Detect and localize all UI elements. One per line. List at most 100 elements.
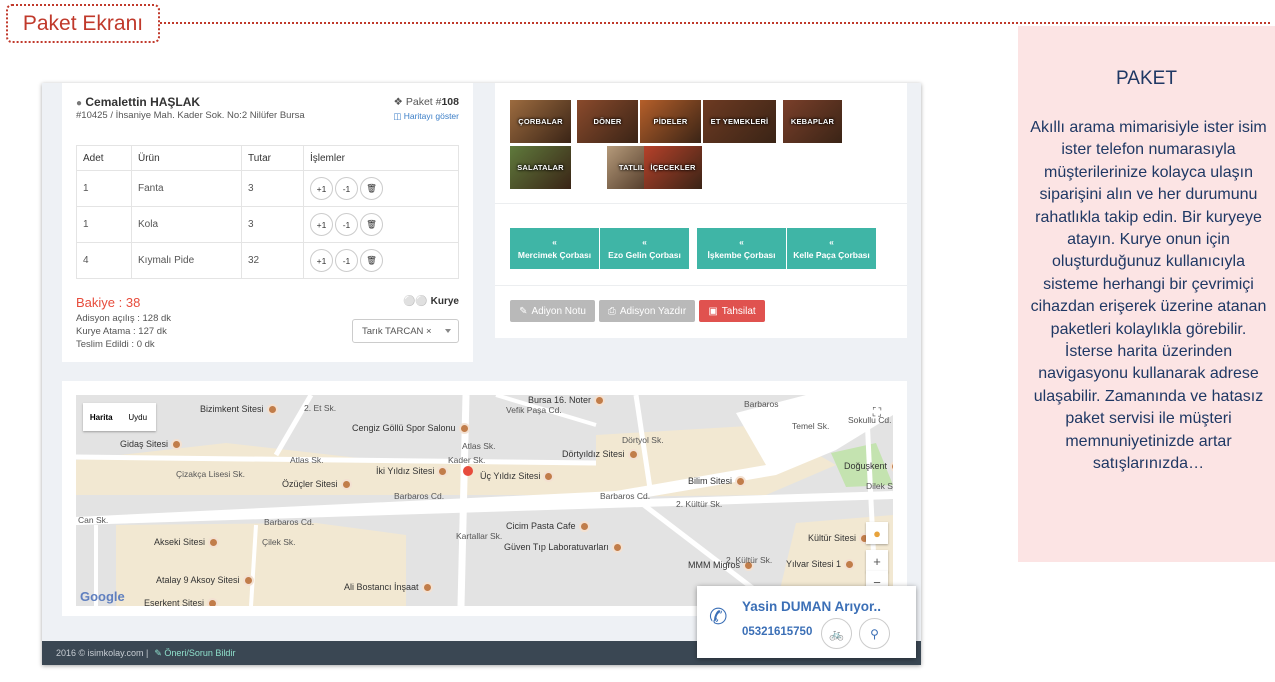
product-button[interactable]: «Ezo Gelin Çorbası bbox=[600, 228, 689, 269]
map-type-switch: Harita Uydu bbox=[83, 403, 156, 431]
decrement-button[interactable]: -1 bbox=[335, 249, 358, 272]
place-icon bbox=[611, 542, 623, 554]
product-button[interactable]: «Mercimek Çorbası bbox=[510, 228, 599, 269]
map-place-label: Gidaş Sitesi bbox=[120, 439, 185, 451]
map-place-label: İki Yıldız Sitesi bbox=[376, 466, 451, 478]
map-place-label: Ali Bostancı İnşaat bbox=[344, 582, 436, 594]
place-icon bbox=[844, 559, 856, 571]
map-type-map[interactable]: Harita bbox=[83, 403, 120, 431]
info-panel: PAKET Akıllı arama mimarisiyle ister isi… bbox=[1018, 26, 1275, 562]
category-tile[interactable]: KEBAPLAR bbox=[783, 100, 842, 143]
map-street-label: Dörtyol Sk. bbox=[622, 435, 664, 445]
map-street-label: Kader Sk. bbox=[448, 455, 486, 465]
map-street-label: Dilek Sk. bbox=[866, 481, 893, 491]
map-street-label: Vefik Paşa Cd. bbox=[506, 405, 562, 415]
place-icon bbox=[208, 537, 220, 549]
search-customer-button[interactable]: ⚲ bbox=[859, 618, 890, 649]
print-button[interactable]: ⎙ Adisyon Yazdır bbox=[599, 300, 695, 322]
place-icon bbox=[890, 461, 893, 473]
trash-icon: 🗑 bbox=[366, 255, 377, 265]
map-street-label: Temel Sk. bbox=[792, 421, 830, 431]
double-chevron-left-icon: « bbox=[642, 237, 647, 247]
balance: Bakiye : 38 bbox=[76, 295, 141, 310]
map-street-label: 2. Et Sk. bbox=[304, 403, 337, 413]
decrement-button[interactable]: -1 bbox=[335, 177, 358, 200]
place-icon bbox=[242, 575, 254, 587]
order-table: Adet Ürün Tutar İşlemler 1 Fanta 3 +1 -1 🗑 1 Ko… bbox=[76, 145, 459, 279]
map-street-label: Barbaros Cd. bbox=[600, 491, 651, 501]
delete-button[interactable]: 🗑 bbox=[360, 249, 383, 272]
map-street-label: Barbaros bbox=[744, 399, 779, 409]
payment-button[interactable]: ▣ Tahsilat bbox=[699, 300, 765, 322]
increment-button[interactable]: +1 bbox=[310, 249, 333, 272]
col-price: Tutar bbox=[241, 145, 304, 171]
map-type-satellite[interactable]: Uydu bbox=[120, 403, 157, 431]
place-icon bbox=[594, 395, 606, 407]
info-heading: PAKET bbox=[1116, 68, 1177, 89]
row-actions: +1 -1 🗑 bbox=[303, 242, 459, 279]
table-row: 1 Fanta 3 +1 -1 🗑 bbox=[76, 170, 459, 207]
street-view-icon[interactable]: ● bbox=[866, 522, 888, 544]
category-tile[interactable]: SALATALAR bbox=[510, 146, 571, 189]
place-icon bbox=[340, 479, 352, 491]
dropbox-icon: ❖ bbox=[393, 96, 403, 108]
place-icon bbox=[458, 423, 470, 435]
col-product: Ürün bbox=[131, 145, 242, 171]
place-icon bbox=[578, 521, 590, 533]
courier-label: ⚪⚪ Kurye bbox=[402, 296, 459, 307]
row-price: 32 bbox=[241, 242, 304, 279]
delete-button[interactable]: 🗑 bbox=[360, 177, 383, 200]
zoom-icon: ⚲ bbox=[870, 626, 879, 641]
place-icon bbox=[266, 404, 278, 416]
user-icon: ● bbox=[76, 98, 83, 109]
customer-address: #10425 / İhsaniye Mah. Kader Sok. No:2 N… bbox=[76, 110, 305, 121]
slide-title: Paket Ekranı bbox=[6, 4, 160, 43]
row-product: Kola bbox=[131, 206, 242, 243]
map-place-label: Cicim Pasta Cafe bbox=[506, 521, 593, 533]
delete-button[interactable]: 🗑 bbox=[360, 213, 383, 236]
motorcycle-icon: 🚲 bbox=[829, 626, 844, 641]
category-tile[interactable]: DÖNER bbox=[577, 100, 638, 143]
zoom-in-button[interactable]: + bbox=[866, 550, 888, 572]
map-place-label: Üç Yıldız Sitesi bbox=[480, 471, 557, 483]
map-place-label: Cengiz Göllü Spor Salonu bbox=[352, 423, 473, 435]
category-tile[interactable]: ET YEMEKLERİ bbox=[703, 100, 776, 143]
category-tile[interactable]: İÇECEKLER bbox=[644, 146, 702, 189]
courier-select[interactable]: Tarık TARCAN × bbox=[352, 319, 459, 343]
category-tile[interactable]: ÇORBALAR bbox=[510, 100, 571, 143]
feedback-link[interactable]: ✎ Öneri/Sorun Bildir bbox=[154, 648, 235, 659]
map-street-label: 2. Kültür Sk. bbox=[726, 555, 773, 565]
row-price: 3 bbox=[241, 170, 304, 207]
double-chevron-left-icon: « bbox=[739, 237, 744, 247]
caller-phone: 05321615750 bbox=[742, 626, 813, 638]
place-icon bbox=[437, 466, 449, 478]
slide: Paket Ekranı PAKET Akıllı arama mimarisi… bbox=[0, 0, 1275, 682]
fullscreen-icon[interactable]: ⛶ bbox=[866, 401, 888, 423]
product-button[interactable]: «İşkembe Çorbası bbox=[697, 228, 786, 269]
phone-icon: ✆ bbox=[709, 604, 728, 629]
table-row: 1 Kola 3 +1 -1 🗑 bbox=[76, 206, 459, 243]
row-actions: +1 -1 🗑 bbox=[303, 170, 459, 207]
map-link[interactable]: ◫ Haritayı göster bbox=[393, 111, 459, 122]
map-place-label: Dörtyıldız Sitesi bbox=[562, 449, 642, 461]
increment-button[interactable]: +1 bbox=[310, 213, 333, 236]
product-button[interactable]: «Kelle Paça Çorbası bbox=[787, 228, 876, 269]
money-icon: ▣ bbox=[708, 305, 718, 317]
chevron-down-icon bbox=[445, 329, 451, 333]
category-tile[interactable]: PİDELER bbox=[640, 100, 701, 143]
decrement-button[interactable]: -1 bbox=[335, 213, 358, 236]
place-icon bbox=[543, 471, 555, 483]
divider bbox=[495, 203, 907, 204]
print-icon: ⎙ bbox=[607, 305, 616, 317]
note-button[interactable]: ✎ Adiyon Notu bbox=[510, 300, 595, 322]
map[interactable]: Bursa 16. Noter Bizimkent Sitesi Cengiz Gö… bbox=[76, 395, 893, 606]
trash-icon: 🗑 bbox=[366, 219, 377, 229]
col-qty: Adet bbox=[76, 145, 132, 171]
map-street-label: Barbaros Cd. bbox=[394, 491, 445, 501]
col-actions: İşlemler bbox=[303, 145, 459, 171]
increment-button[interactable]: +1 bbox=[310, 177, 333, 200]
map-street-label: Atlas Sk. bbox=[290, 455, 324, 465]
assign-courier-button[interactable]: 🚲 bbox=[821, 618, 852, 649]
map-place-label: Yılvar Sitesi 1 bbox=[786, 559, 858, 571]
google-logo: Google bbox=[80, 589, 125, 604]
